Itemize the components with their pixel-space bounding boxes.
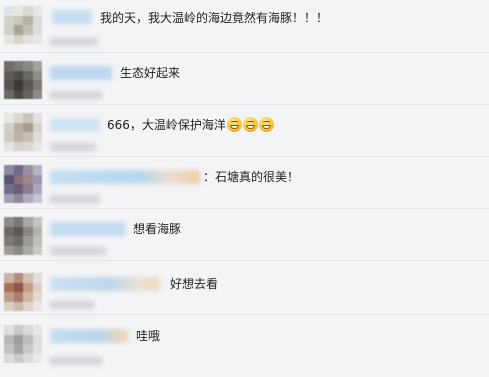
comment-text: 好想去看 xyxy=(170,277,219,291)
username[interactable] xyxy=(50,170,200,184)
username[interactable] xyxy=(52,10,92,24)
comment-item: 好想去看 xyxy=(0,261,489,313)
comment-item: 生态好起来 xyxy=(0,53,489,105)
comment-time xyxy=(50,143,96,151)
comment-item: 我的天，我大温岭的海边竟然有海豚！！！ xyxy=(0,0,489,52)
username[interactable] xyxy=(50,222,126,236)
grinning-face-icon xyxy=(242,117,258,132)
avatar[interactable] xyxy=(4,113,42,151)
comment-time xyxy=(50,301,94,309)
comment-item: ：石塘真的很美！ xyxy=(0,157,489,209)
avatar[interactable] xyxy=(4,61,42,99)
comment-time xyxy=(50,195,100,203)
avatar[interactable] xyxy=(4,217,42,255)
comment-item: 哇哦 xyxy=(0,315,489,367)
avatar[interactable] xyxy=(4,6,42,44)
username[interactable] xyxy=(50,277,160,291)
username[interactable] xyxy=(50,118,100,132)
comment-time xyxy=(50,91,102,99)
avatar[interactable] xyxy=(4,273,42,311)
comment-item: 想看海豚 xyxy=(0,209,489,261)
comment-text: 想看海豚 xyxy=(133,222,182,236)
comment-text-content: 666，大温岭保护海洋 xyxy=(107,118,226,132)
avatar[interactable] xyxy=(4,165,42,203)
comment-time xyxy=(50,357,102,365)
comment-text: ：石塘真的很美！ xyxy=(203,170,300,184)
comment-time xyxy=(50,247,106,255)
comment-text: 666，大温岭保护海洋 xyxy=(107,117,274,133)
grinning-face-icon xyxy=(258,117,274,132)
comment-text: 我的天，我大温岭的海边竟然有海豚！！！ xyxy=(100,11,329,25)
comment-text: 生态好起来 xyxy=(120,66,181,80)
username[interactable] xyxy=(50,329,128,343)
comment-item: 666，大温岭保护海洋 xyxy=(0,105,489,157)
grinning-face-icon xyxy=(226,117,242,132)
avatar[interactable] xyxy=(4,325,42,363)
comment-time xyxy=(50,38,98,46)
username[interactable] xyxy=(50,66,112,80)
comment-text: 哇哦 xyxy=(136,329,161,343)
